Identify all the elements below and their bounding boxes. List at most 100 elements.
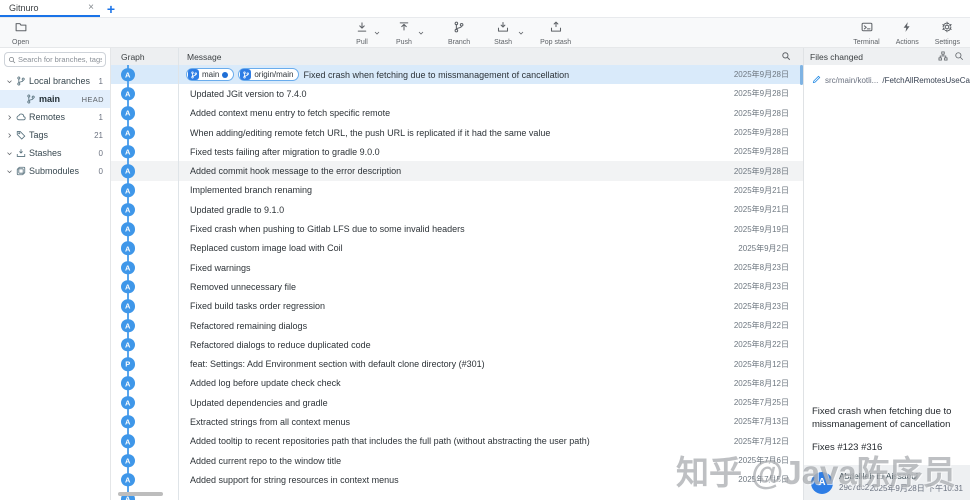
commit-detail-panel: Files changed src/main/kotli.../FetchAll… <box>803 48 970 500</box>
commit-date: 2025年7月6日 <box>732 455 803 466</box>
commit-message-fixes: Fixes #123 #316 <box>804 432 970 465</box>
commit-message: Refactored remaining dialogs <box>190 321 307 331</box>
commit-row[interactable]: A main origin/main Fixed crash when fetc… <box>111 65 803 84</box>
commit-row[interactable]: A Fixed tests failing after migration to… <box>111 142 803 161</box>
view-toggle-icon[interactable] <box>938 48 948 66</box>
commit-row[interactable]: A Updated dependencies and gradle 2025年7… <box>111 393 803 412</box>
commit-message: Implemented branch renaming <box>190 185 312 195</box>
sidebar-item-main[interactable]: main HEAD <box>0 90 110 108</box>
vertical-scrollbar[interactable] <box>800 65 803 85</box>
commit-row[interactable]: A Refactored remaining dialogs 2025年8月22… <box>111 316 803 335</box>
pull-button[interactable]: Pull <box>352 19 372 47</box>
chevron-down-icon[interactable] <box>4 78 14 85</box>
commit-avatar: A <box>121 299 135 313</box>
chevron-down-icon[interactable] <box>4 168 14 175</box>
commit-message: Fixed tests failing after migration to g… <box>190 147 380 157</box>
main-area: Local branches 1 main HEAD Remotes 1 Tag… <box>0 48 970 500</box>
commit-avatar: A <box>121 454 135 468</box>
commit-row[interactable]: A Fixed build tasks order regression 202… <box>111 297 803 316</box>
commit-row[interactable]: A <box>111 490 803 500</box>
column-resize-divider[interactable] <box>178 48 179 500</box>
commit-row[interactable]: A Updated JGit version to 7.4.0 2025年9月2… <box>111 84 803 103</box>
commit-row[interactable]: A Removed unnecessary file 2025年8月23日 <box>111 277 803 296</box>
commit-row[interactable]: A Implemented branch renaming 2025年9月21日 <box>111 181 803 200</box>
commit-row[interactable]: A Extracted strings from all context men… <box>111 412 803 431</box>
sidebar-item-remotes[interactable]: Remotes 1 <box>0 108 110 126</box>
commit-row[interactable]: A Added context menu entry to fetch spec… <box>111 104 803 123</box>
commit-avatar: A <box>121 87 135 101</box>
branch-search-box[interactable] <box>4 52 106 67</box>
commit-row[interactable]: A Updated gradle to 9.1.0 2025年9月21日 <box>111 200 803 219</box>
sidebar: Local branches 1 main HEAD Remotes 1 Tag… <box>0 48 111 500</box>
horizontal-scrollbar[interactable] <box>118 492 163 496</box>
sidebar-item-submodules[interactable]: Submodules 0 <box>0 162 110 180</box>
commit-message: feat: Settings: Add Environment section … <box>190 359 485 369</box>
pull-dropdown[interactable] <box>372 24 382 42</box>
commit-date: 2025年8月22日 <box>728 339 803 350</box>
commit-row[interactable]: A Refactored dialogs to reduce duplicate… <box>111 335 803 354</box>
commit-avatar: A <box>121 280 135 294</box>
chevron-right-icon[interactable] <box>4 114 14 121</box>
sidebar-item-label: main <box>39 94 82 104</box>
repo-tab[interactable]: Gitnuro × <box>0 0 100 17</box>
commit-message: Fixed crash when pushing to Gitlab LFS d… <box>190 224 465 234</box>
commit-date: 2025年8月23日 <box>728 301 803 312</box>
commit-avatar: A <box>121 261 135 275</box>
commit-row[interactable]: A Added commit hook message to the error… <box>111 161 803 180</box>
sidebar-item-label: Stashes <box>29 148 99 158</box>
commit-message: Replaced custom image load with Coil <box>190 243 343 253</box>
commit-row[interactable]: A Added current repo to the window title… <box>111 451 803 470</box>
gitnuro-window: Gitnuro × + Open Pull Push <box>0 0 970 500</box>
commit-row[interactable]: A Replaced custom image load with Coil 2… <box>111 239 803 258</box>
branch-search-input[interactable] <box>18 55 102 64</box>
branch-badge[interactable]: origin/main <box>238 68 299 81</box>
commit-datetime: 2025年9月28日 下午10:31 <box>870 483 963 494</box>
open-button[interactable]: Open <box>8 19 33 47</box>
commit-date: 2025年8月12日 <box>728 359 803 370</box>
commit-row[interactable]: A Added tooltip to recent repositories p… <box>111 432 803 451</box>
stash-icon <box>14 148 27 158</box>
chevron-right-icon[interactable] <box>4 132 14 139</box>
sidebar-item-stashes[interactable]: Stashes 0 <box>0 144 110 162</box>
branch-icon <box>453 20 465 38</box>
file-search-icon[interactable] <box>954 48 964 66</box>
file-path-prefix: src/main/kotli... <box>825 76 878 85</box>
commit-avatar: A <box>121 126 135 140</box>
commit-row[interactable]: P feat: Settings: Add Environment sectio… <box>111 354 803 373</box>
sidebar-item-local-branches[interactable]: Local branches 1 <box>0 72 110 90</box>
terminal-button[interactable]: Terminal <box>849 19 883 47</box>
commit-row[interactable]: A Fixed crash when pushing to Gitlab LFS… <box>111 219 803 238</box>
commit-date: 2025年9月28日 <box>728 108 803 119</box>
commit-row[interactable]: A Added log before update check check 20… <box>111 374 803 393</box>
sidebar-item-tags[interactable]: Tags 21 <box>0 126 110 144</box>
commit-message: Updated gradle to 9.1.0 <box>190 205 284 215</box>
chevron-down-icon[interactable] <box>4 150 14 157</box>
commit-date: 2025年9月2日 <box>732 243 803 254</box>
files-changed-header: Files changed <box>804 48 970 65</box>
new-tab-button[interactable]: + <box>100 0 122 17</box>
branch-button[interactable]: Branch <box>444 19 474 47</box>
branch-badge-label: origin/main <box>254 70 293 79</box>
commit-search-icon[interactable] <box>781 51 791 63</box>
commit-message: Extracted strings from all context menus <box>190 417 350 427</box>
sidebar-item-count: 21 <box>94 131 103 140</box>
actions-button[interactable]: Actions <box>892 19 923 47</box>
commit-row[interactable]: A Fixed warnings 2025年8月23日 <box>111 258 803 277</box>
search-icon <box>8 51 16 69</box>
close-icon[interactable]: × <box>88 2 94 13</box>
tab-title: Gitnuro <box>9 3 88 13</box>
commit-row[interactable]: A When adding/editing remote fetch URL, … <box>111 123 803 142</box>
stash-button[interactable]: Stash <box>490 19 516 47</box>
changed-file-item[interactable]: src/main/kotli.../FetchAllRemotesUseCase… <box>804 65 970 93</box>
commit-date: 2025年9月28日 <box>728 166 803 177</box>
push-dropdown[interactable] <box>416 24 426 42</box>
commit-message: Added current repo to the window title <box>190 456 341 466</box>
push-button[interactable]: Push <box>392 19 416 47</box>
settings-button[interactable]: Settings <box>931 19 964 47</box>
stash-dropdown[interactable] <box>516 24 526 42</box>
commit-list: Graph Message A main origin/main Fixed c… <box>111 48 803 500</box>
pop-stash-button[interactable]: Pop stash <box>536 19 575 47</box>
branch-badge[interactable]: main <box>186 68 234 81</box>
commit-row[interactable]: A Added support for string resources in … <box>111 470 803 489</box>
chevron-down-icon <box>373 24 381 42</box>
